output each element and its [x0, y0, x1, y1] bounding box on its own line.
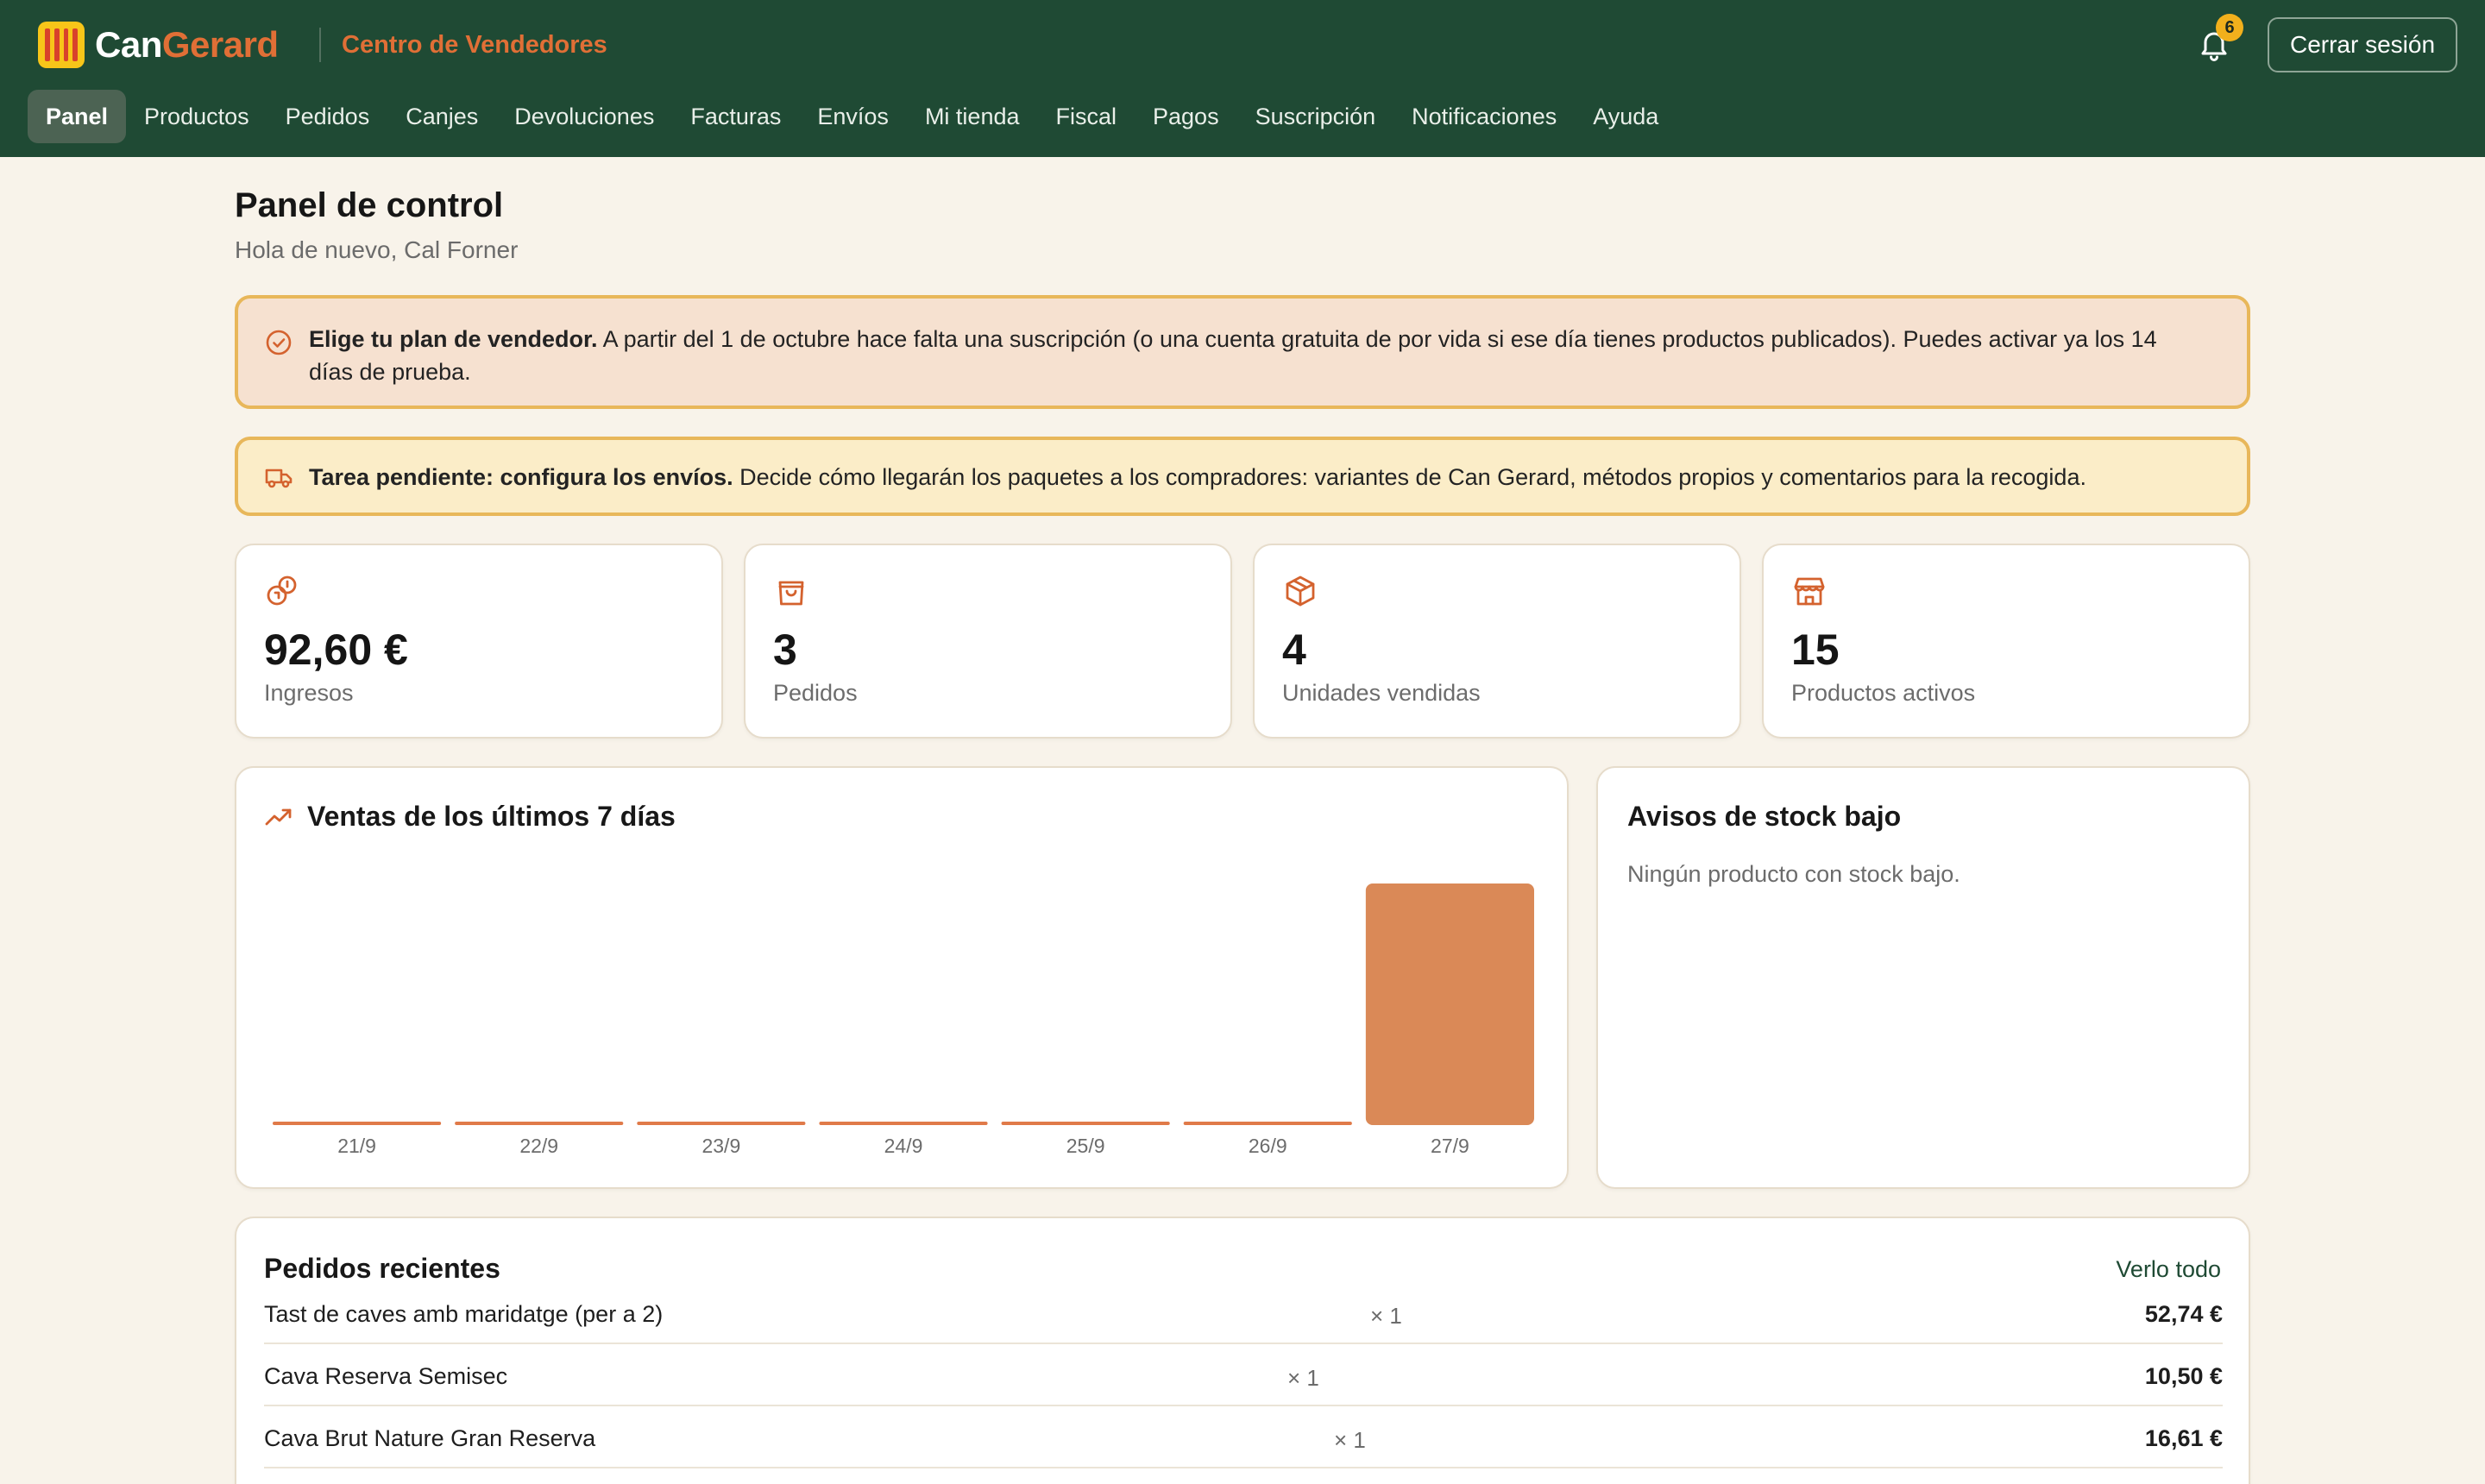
chart-x-tick-label: 26/9	[1249, 1135, 1287, 1157]
stat-value-orders: 3	[773, 626, 797, 674]
nav-item-fiscal[interactable]: Fiscal	[1038, 90, 1136, 143]
store-icon	[1794, 577, 1825, 606]
top-header: CanGerard Centro de Vendedores 6 Cerrar …	[0, 0, 2485, 157]
shipping-alert-title: Tarea pendiente: configura los envíos.	[309, 464, 733, 490]
nav-item-productos[interactable]: Productos	[126, 90, 267, 143]
chart-bar-27/9	[1365, 883, 1534, 1125]
chart-x-tick-label: 23/9	[701, 1135, 740, 1157]
order-product-name: Cava Brut Nature Gran Reserva	[264, 1425, 596, 1451]
chart-bar-24/9	[819, 1122, 988, 1125]
chart-bar-21/9	[273, 1122, 442, 1125]
view-all-orders-link[interactable]: Verlo todo	[2116, 1256, 2221, 1283]
order-product-name: Cava Reserva Semisec	[264, 1363, 508, 1389]
order-row[interactable]: Cava Brut Nature Gran Reserva × 1 16,61 …	[264, 1406, 2223, 1468]
plan-alert[interactable]: Elige tu plan de vendedor. A partir del …	[235, 295, 2250, 409]
low-stock-title: Avisos de stock bajo	[1627, 801, 1902, 832]
chart-x-tick-label: 25/9	[1066, 1135, 1105, 1157]
order-total: 10,50 €	[2144, 1363, 2223, 1389]
main-nav: Panel Productos Pedidos Canjes Devolucio…	[28, 90, 1677, 143]
nav-item-notificaciones[interactable]: Notificaciones	[1393, 90, 1575, 143]
nav-item-facturas[interactable]: Facturas	[672, 90, 799, 143]
stat-card-units[interactable]: 4 Unidades vendidas	[1253, 544, 1741, 739]
chart-x-tick-label: 24/9	[884, 1135, 923, 1157]
plan-alert-title: Elige tu plan de vendedor.	[309, 326, 598, 352]
order-product-name: Tast de caves amb maridatge (per a 2)	[264, 1301, 664, 1327]
order-quantity: × 1	[1334, 1427, 1366, 1453]
shipping-alert-text: Decide cómo llegarán los paquetes a los …	[739, 464, 2086, 490]
check-circle-icon	[266, 330, 292, 355]
nav-item-ayuda[interactable]: Ayuda	[1575, 90, 1677, 143]
brand-name-part1: Can	[95, 24, 162, 65]
logo-stripes-icon	[38, 22, 85, 68]
stat-label-orders: Pedidos	[773, 680, 858, 706]
nav-item-pedidos[interactable]: Pedidos	[267, 90, 388, 143]
low-stock-empty-message: Ningún producto con stock bajo.	[1627, 861, 1960, 887]
nav-item-mi-tienda[interactable]: Mi tienda	[907, 90, 1038, 143]
package-icon	[1286, 575, 1315, 607]
chart-x-tick-label: 27/9	[1431, 1135, 1469, 1157]
chart-bar-25/9	[1001, 1122, 1170, 1125]
nav-item-canjes[interactable]: Canjes	[387, 90, 496, 143]
header-divider	[319, 28, 321, 62]
order-row[interactable]: Cava Reserva Semisec × 1 10,50 €	[264, 1344, 2223, 1406]
brand-logo[interactable]: CanGerard	[38, 21, 279, 69]
shopping-bag-icon	[778, 581, 804, 606]
order-total: 16,61 €	[2144, 1425, 2223, 1451]
nav-item-suscripcion[interactable]: Suscripción	[1237, 90, 1394, 143]
stat-label-revenue: Ingresos	[264, 680, 354, 706]
stat-value-units: 4	[1282, 626, 1306, 674]
nav-item-envios[interactable]: Envíos	[799, 90, 907, 143]
recent-orders-title: Pedidos recientes	[264, 1253, 500, 1284]
sales-chart-card: Ventas de los últimos 7 días 21/9 22/9 23/…	[235, 766, 1569, 1189]
page-subtitle: Hola de nuevo, Cal Forner	[235, 236, 519, 263]
low-stock-card: Avisos de stock bajo Ningún producto con…	[1596, 766, 2250, 1189]
chart-x-tick-label: 22/9	[519, 1135, 558, 1157]
logout-button[interactable]: Cerrar sesión	[2268, 17, 2457, 72]
page-title: Panel de control	[235, 186, 504, 224]
order-row[interactable]: Tast de caves amb maridatge (per a 2) × …	[264, 1282, 2223, 1344]
stat-card-revenue[interactable]: 92,60 € Ingresos	[235, 544, 723, 739]
shipping-alert[interactable]: Tarea pendiente: configura los envíos. D…	[235, 437, 2250, 516]
chart-bar-23/9	[637, 1122, 806, 1125]
order-quantity: × 1	[1370, 1303, 1402, 1329]
stat-label-products: Productos activos	[1791, 680, 1976, 706]
coins-icon	[267, 575, 297, 606]
sales-bar-chart: 21/9 22/9 23/9 24/9 25/9 26/9 27/9	[273, 883, 1534, 1157]
stat-card-products[interactable]: 15 Productos activos	[1762, 544, 2250, 739]
chart-x-tick-label: 21/9	[337, 1135, 376, 1157]
notifications-badge: 6	[2216, 14, 2243, 41]
brand-name: CanGerard	[95, 24, 279, 66]
order-total: 52,74 €	[2144, 1301, 2223, 1327]
stat-card-orders[interactable]: 3 Pedidos	[744, 544, 1232, 739]
portal-name: Centro de Vendedores	[342, 31, 607, 59]
brand-name-part2: Gerard	[161, 24, 279, 65]
truck-icon	[265, 468, 293, 488]
chart-bar-22/9	[455, 1122, 624, 1125]
stat-value-revenue: 92,60 €	[264, 626, 408, 674]
nav-item-pagos[interactable]: Pagos	[1135, 90, 1237, 143]
nav-item-panel[interactable]: Panel	[28, 90, 127, 143]
nav-item-devoluciones[interactable]: Devoluciones	[496, 90, 672, 143]
stat-label-units: Unidades vendidas	[1282, 680, 1481, 706]
chart-bar-26/9	[1183, 1122, 1352, 1125]
recent-orders-card: Pedidos recientes Verlo todo Tast de cav…	[235, 1217, 2250, 1484]
stat-value-products: 15	[1791, 626, 1840, 674]
order-quantity: × 1	[1287, 1365, 1319, 1391]
